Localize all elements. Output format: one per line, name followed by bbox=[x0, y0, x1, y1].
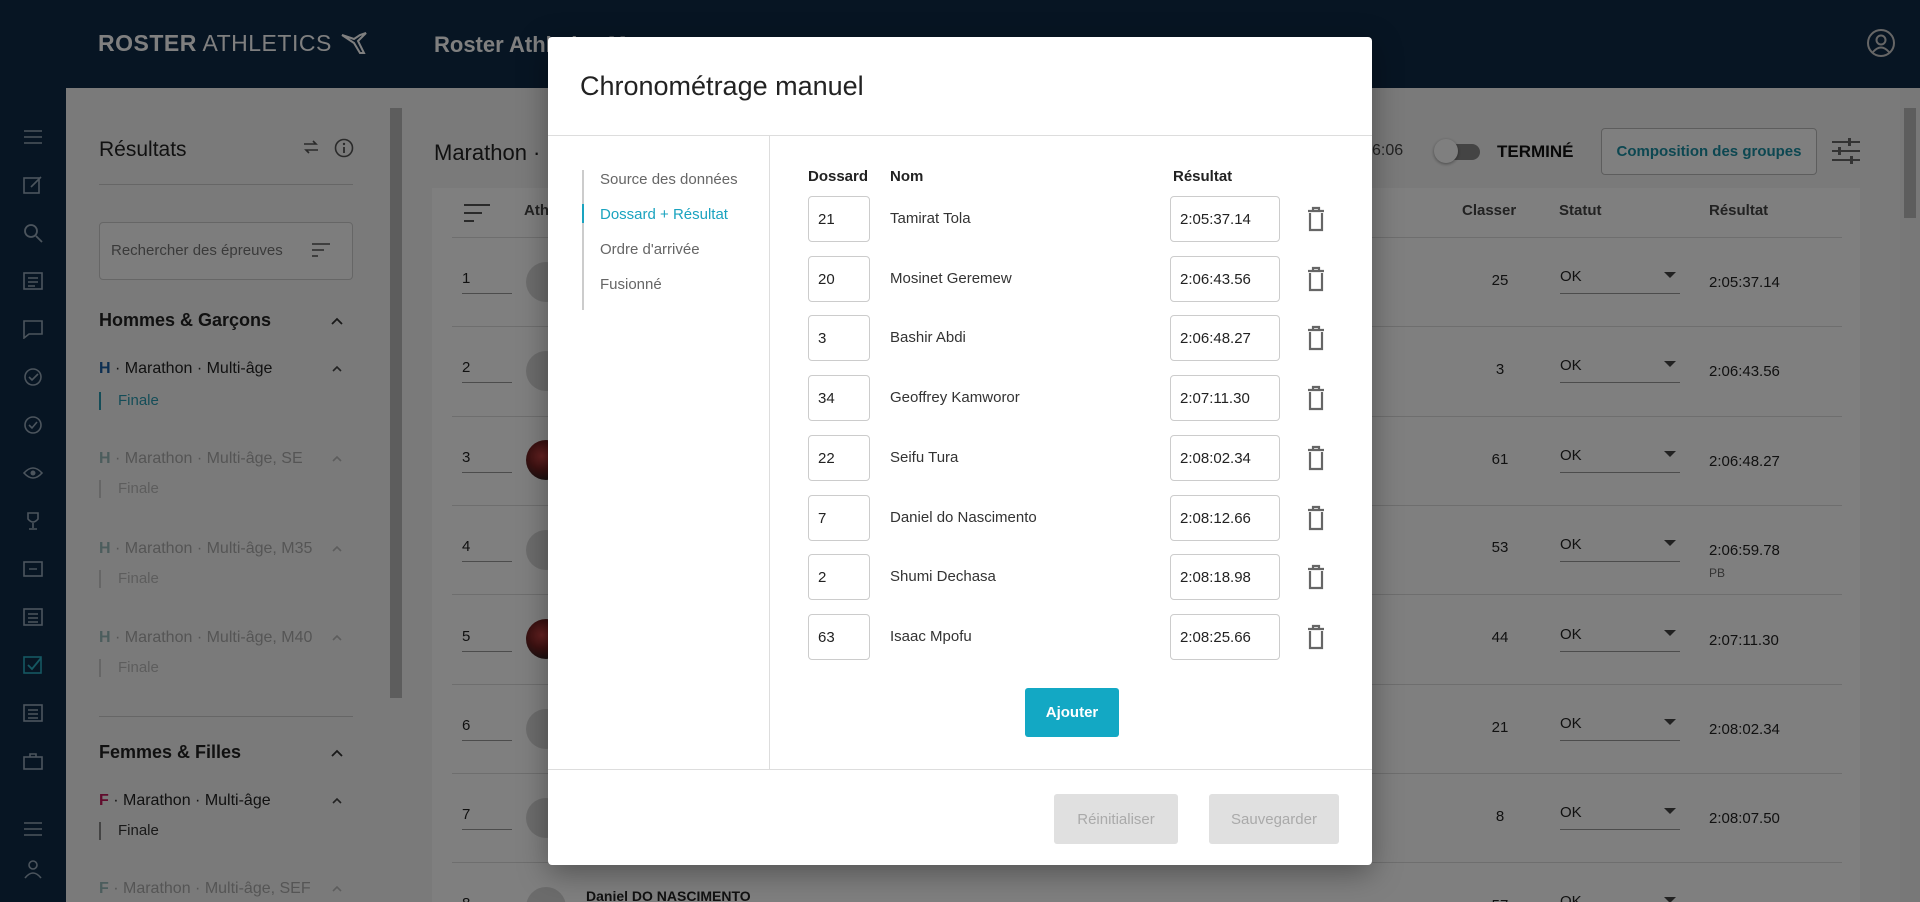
trash-icon[interactable] bbox=[1302, 324, 1330, 352]
divider bbox=[548, 769, 1372, 770]
stepper: Source des données Dossard + Résultat Or… bbox=[582, 170, 738, 310]
entry-row: Seifu Tura bbox=[808, 435, 1368, 481]
trash-icon[interactable] bbox=[1302, 265, 1330, 293]
time-input[interactable] bbox=[1170, 435, 1280, 481]
reset-button[interactable]: Réinitialiser bbox=[1054, 794, 1178, 844]
athlete-name: Daniel do Nascimento bbox=[890, 509, 1037, 526]
manual-timing-dialog: Chronométrage manuel Source des données … bbox=[548, 37, 1372, 865]
step-data-source[interactable]: Source des données bbox=[584, 170, 738, 205]
step-finish-order[interactable]: Ordre d'arrivée bbox=[584, 240, 738, 275]
entry-row: Geoffrey Kamworor bbox=[808, 375, 1368, 421]
entry-row: Mosinet Geremew bbox=[808, 256, 1368, 302]
time-input[interactable] bbox=[1170, 495, 1280, 541]
bib-input[interactable] bbox=[808, 375, 870, 421]
trash-icon[interactable] bbox=[1302, 444, 1330, 472]
bib-input[interactable] bbox=[808, 554, 870, 600]
bib-input[interactable] bbox=[808, 614, 870, 660]
athlete-name: Geoffrey Kamworor bbox=[890, 389, 1020, 406]
time-input[interactable] bbox=[1170, 256, 1280, 302]
athlete-name: Tamirat Tola bbox=[890, 210, 971, 227]
athlete-name: Seifu Tura bbox=[890, 449, 959, 466]
bib-input[interactable] bbox=[808, 315, 870, 361]
add-button[interactable]: Ajouter bbox=[1025, 688, 1119, 737]
dialog-title: Chronométrage manuel bbox=[580, 71, 864, 101]
trash-icon[interactable] bbox=[1302, 384, 1330, 412]
time-input[interactable] bbox=[1170, 614, 1280, 660]
trash-icon[interactable] bbox=[1302, 504, 1330, 532]
time-input[interactable] bbox=[1170, 375, 1280, 421]
time-input[interactable] bbox=[1170, 315, 1280, 361]
step-bib-result[interactable]: Dossard + Résultat bbox=[582, 204, 738, 240]
col-name: Nom bbox=[890, 168, 924, 185]
divider bbox=[548, 135, 1372, 136]
bib-input[interactable] bbox=[808, 435, 870, 481]
col-result: Résultat bbox=[1173, 168, 1233, 185]
time-input[interactable] bbox=[1170, 554, 1280, 600]
athlete-name: Bashir Abdi bbox=[890, 329, 966, 346]
trash-icon[interactable] bbox=[1302, 563, 1330, 591]
bib-input[interactable] bbox=[808, 256, 870, 302]
athlete-name: Mosinet Geremew bbox=[890, 270, 1012, 287]
entry-row: Daniel do Nascimento bbox=[808, 495, 1368, 541]
entry-row: Bashir Abdi bbox=[808, 315, 1368, 361]
entry-row: Shumi Dechasa bbox=[808, 554, 1368, 600]
bib-input[interactable] bbox=[808, 495, 870, 541]
trash-icon[interactable] bbox=[1302, 205, 1330, 233]
divider bbox=[769, 135, 770, 769]
time-input[interactable] bbox=[1170, 196, 1280, 242]
athlete-name: Shumi Dechasa bbox=[890, 568, 996, 585]
step-merged[interactable]: Fusionné bbox=[584, 275, 738, 310]
bib-input[interactable] bbox=[808, 196, 870, 242]
col-bib: Dossard bbox=[808, 168, 869, 185]
save-button[interactable]: Sauvegarder bbox=[1209, 794, 1339, 844]
trash-icon[interactable] bbox=[1302, 623, 1330, 651]
entry-row: Isaac Mpofu bbox=[808, 614, 1368, 660]
entry-row: Tamirat Tola bbox=[808, 196, 1368, 242]
athlete-name: Isaac Mpofu bbox=[890, 628, 972, 645]
